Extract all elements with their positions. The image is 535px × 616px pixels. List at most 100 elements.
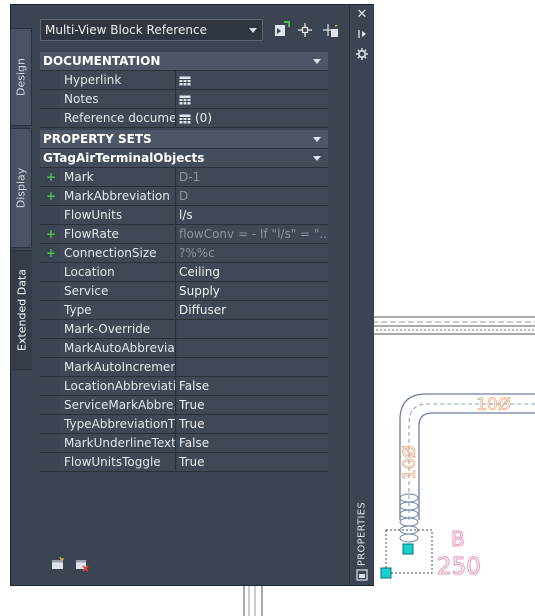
property-set-group[interactable]: GTagAirTerminalObjects [40,149,328,168]
quick-select-icon[interactable] [322,21,340,39]
grip-handle[interactable] [380,567,392,579]
tag-value: 250 [437,554,481,580]
property-value[interactable]: True [177,396,328,414]
remove-property-sets-icon[interactable] [75,558,89,572]
property-row[interactable]: MarkAutoIncremen... [40,358,328,377]
toggle-pickadd-icon[interactable] [272,21,290,39]
property-row[interactable]: TypeAbbreviationT... True [40,415,328,434]
property-row[interactable]: Hyperlink [40,71,328,90]
property-row[interactable]: + ConnectionSize ?%%c [40,244,328,263]
property-name: FlowRate [60,225,176,243]
table-icon[interactable] [179,114,191,124]
property-name: MarkAbbreviation [60,187,176,205]
property-value[interactable]: D [177,187,328,205]
duct-elbow[interactable] [399,393,535,520]
property-value[interactable]: D-1 [177,168,328,186]
auto-hide-icon[interactable] [354,27,370,41]
table-icon[interactable] [179,76,191,86]
property-value[interactable]: Ceiling [177,263,328,281]
property-name: Service [60,282,176,300]
bottom-wall-strip [243,586,263,616]
properties-content: Multi-View Block Reference DOCUMENTATION [32,6,347,584]
section-documentation-title: DOCUMENTATION [43,54,161,68]
section-property-sets[interactable]: PROPERTY SETS [40,130,328,149]
section-documentation[interactable]: DOCUMENTATION [40,52,328,71]
tab-design[interactable]: Design [10,28,32,126]
property-value[interactable]: Supply [177,282,328,300]
palette-menu-icon[interactable] [354,569,370,583]
settings-icon[interactable] [354,47,370,61]
property-value[interactable] [177,71,328,89]
property-value[interactable] [177,339,328,357]
property-row[interactable]: Notes [40,90,328,109]
property-name: Type [60,301,176,319]
property-row[interactable]: LocationAbbreviati... False [40,377,328,396]
property-name: MarkAutoAbbrevia... [60,339,176,357]
object-type-value: Multi-View Block Reference [45,23,207,37]
property-grid: DOCUMENTATION Hyperlink Notes Reference … [40,52,328,472]
tab-design-label: Design [14,58,28,96]
close-icon[interactable]: ✕ [354,8,370,22]
palette-title-strip[interactable]: ✕ PROPERTIES [349,5,374,585]
property-row[interactable]: ServiceMarkAbbre... True [40,396,328,415]
property-name: Location [60,263,176,281]
property-value[interactable]: l/s [177,206,328,224]
property-row[interactable]: MarkAutoAbbrevia... [40,339,328,358]
property-name: Reference docume... [60,109,176,127]
property-row[interactable]: Mark-Override [40,320,328,339]
property-row[interactable]: Location Ceiling [40,263,328,282]
property-row[interactable]: + Mark D-1 [40,168,328,187]
property-row[interactable]: + FlowRate flowConv = - If "l/s" = "... [40,225,328,244]
wall-strip [372,316,535,335]
property-value[interactable]: False [177,434,328,452]
add-property-sets-icon[interactable] [51,557,65,571]
property-value[interactable] [177,320,328,338]
formula-plus-icon: + [46,246,57,260]
property-row[interactable]: + MarkAbbreviation D [40,187,328,206]
property-value[interactable]: flowConv = - If "l/s" = "... [177,225,328,243]
tab-display[interactable]: Display [10,128,32,248]
property-row[interactable]: Service Supply [40,282,328,301]
chevron-down-icon [313,156,321,161]
property-value[interactable]: False [177,377,328,395]
property-name: Hyperlink [60,71,176,89]
property-row[interactable]: MarkUnderlineText... False [40,434,328,453]
duct-label-horizontal: 10Ø [476,395,511,415]
property-row[interactable]: Type Diffuser [40,301,328,320]
tab-extended-data-label: Extended Data [15,268,28,352]
property-set-group-title: GTagAirTerminalObjects [43,151,205,165]
grip-handle[interactable] [402,543,414,555]
property-name: FlowUnits [60,206,176,224]
chevron-down-icon [313,137,321,142]
tab-extended-data[interactable]: Extended Data [10,250,32,370]
tab-display-label: Display [14,167,28,209]
property-row[interactable]: FlowUnitsToggle True [40,453,328,472]
duct-label-vertical: 10Ø [400,445,420,480]
property-value[interactable]: Diffuser [177,301,328,319]
property-value[interactable]: ?%%c [177,244,328,262]
object-type-bar: Multi-View Block Reference [40,19,346,41]
tag-mark: B [451,527,465,551]
property-name: MarkAutoIncremen... [60,358,176,376]
property-name: Mark-Override [60,320,176,338]
property-row[interactable]: Reference docume... (0) [40,109,328,128]
property-value[interactable]: (0) [177,109,328,127]
object-type-dropdown[interactable]: Multi-View Block Reference [40,19,263,41]
property-name: FlowUnitsToggle [60,453,176,471]
property-value[interactable] [177,358,328,376]
formula-plus-icon: + [46,227,57,241]
table-icon[interactable] [179,95,191,105]
property-value[interactable]: True [177,453,328,471]
palette-title: PROPERTIES [350,499,374,569]
property-name: ServiceMarkAbbre... [60,396,176,414]
property-value[interactable]: True [177,415,328,433]
property-row[interactable]: FlowUnits l/s [40,206,328,225]
property-value[interactable] [177,90,328,108]
chevron-down-icon [313,59,321,64]
property-name: Mark [60,168,176,186]
formula-plus-icon: + [46,170,57,184]
formula-plus-icon: + [46,189,57,203]
palette-title-text: PROPERTIES [356,501,368,567]
select-objects-icon[interactable] [296,21,314,39]
flex-duct-coil [399,493,419,543]
